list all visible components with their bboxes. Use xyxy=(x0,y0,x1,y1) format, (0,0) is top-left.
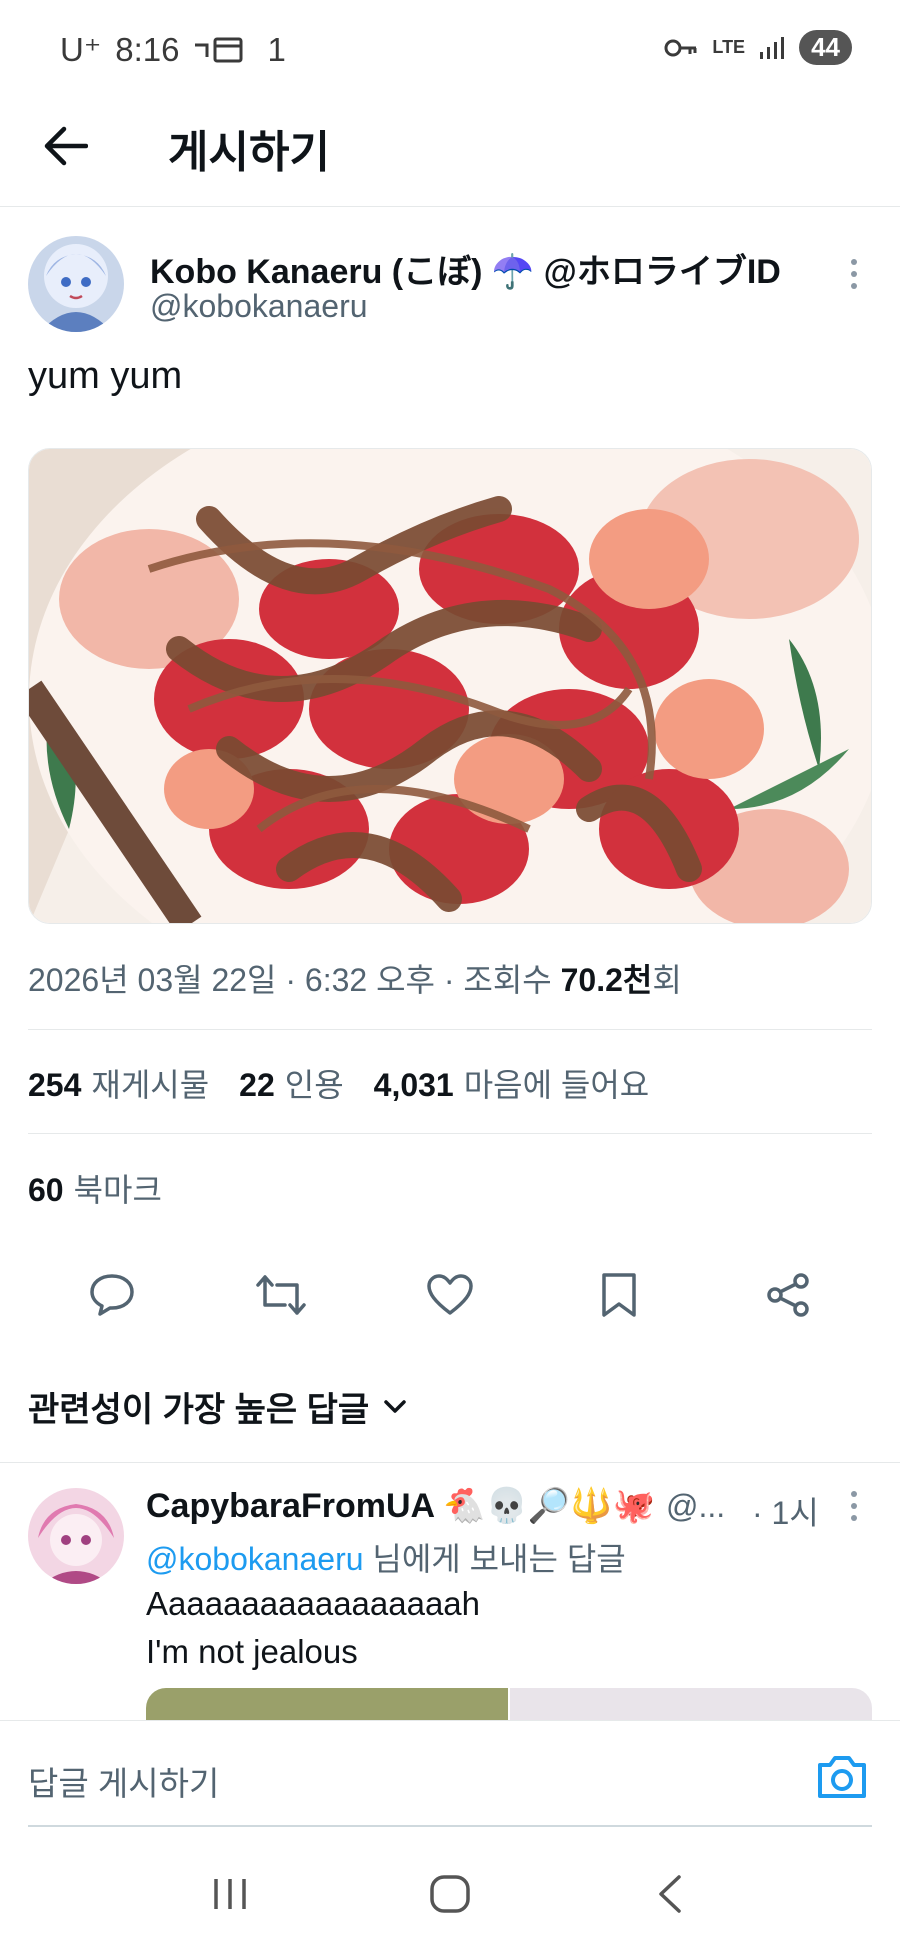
likes-label: 마음에 들어요 xyxy=(463,1067,650,1103)
like-button[interactable] xyxy=(418,1263,482,1327)
bookmarks-stat[interactable]: 60 북마크 xyxy=(28,1165,162,1211)
reply-author-name[interactable]: CapybaraFromUA 🐔💀🔎🔱🐙 xyxy=(146,1486,655,1526)
likes-count: 4,031 xyxy=(373,1067,454,1103)
bookmark-button[interactable] xyxy=(587,1263,651,1327)
bookmark-icon xyxy=(602,1273,636,1317)
author-name[interactable]: Kobo Kanaeru (こぼ) ☂️ @ホロライブID xyxy=(150,244,781,293)
reply-sort-dropdown[interactable]: 관련성이 가장 높은 답글 xyxy=(28,1382,407,1431)
network-label: LTE xyxy=(712,37,746,57)
system-back-button[interactable] xyxy=(640,1864,700,1924)
retweets-stat[interactable]: 254 재게시물 xyxy=(28,1060,209,1106)
reply-line: Aaaaaaaaaaaaaaaaah xyxy=(146,1585,481,1622)
author-avatar[interactable] xyxy=(28,236,124,332)
retweet-button[interactable] xyxy=(249,1263,313,1327)
action-bar xyxy=(28,1260,872,1330)
quotes-label: 인용 xyxy=(284,1067,344,1103)
status-bar-left: U⁺ 8:16 1 xyxy=(60,30,286,69)
reply-more-button[interactable] xyxy=(834,1486,874,1526)
tweet-timestamp: 2026년 03월 22일 · 6:32 오후 · 조회수 70.2천회 xyxy=(28,955,682,1001)
notification-count: 1 xyxy=(267,30,286,68)
reply-time: · 1시 xyxy=(752,1495,819,1531)
divider xyxy=(0,1462,900,1463)
more-dot xyxy=(851,271,857,277)
replying-to: @kobokanaeru 님에게 보내는 답글 xyxy=(146,1534,626,1580)
more-options-button[interactable] xyxy=(834,254,874,294)
arrow-left-icon xyxy=(44,126,88,166)
retweets-count: 254 xyxy=(28,1067,82,1103)
sort-label: 관련성이 가장 높은 답글 xyxy=(28,1391,370,1429)
camera-icon xyxy=(818,1756,866,1798)
chevron-down-icon xyxy=(384,1399,406,1413)
home-icon xyxy=(430,1875,470,1913)
engagement-stats: 254 재게시물 22 인용 4,031 마음에 들어요 xyxy=(28,1060,649,1106)
notification-icon xyxy=(195,37,243,62)
quotes-count: 22 xyxy=(239,1067,275,1103)
bookmarks-count: 60 xyxy=(28,1172,64,1208)
more-dot xyxy=(851,1503,857,1509)
replying-suffix: 님에게 보내는 답글 xyxy=(363,1541,626,1577)
battery-indicator: 44 xyxy=(799,30,852,65)
likes-stat[interactable]: 4,031 마음에 들어요 xyxy=(374,1060,650,1106)
reply-text: Aaaaaaaaaaaaaaaaah I'm not jealous xyxy=(146,1580,480,1676)
tweet-date: 2026년 03월 22일 · 6:32 오후 · 조회수 xyxy=(28,962,552,998)
chevron-left-icon xyxy=(659,1875,681,1913)
home-button[interactable] xyxy=(420,1864,480,1924)
tweet-text: yum yum xyxy=(28,355,183,397)
reply-line: I'm not jealous xyxy=(146,1633,358,1670)
share-icon xyxy=(766,1273,809,1317)
tweet-image[interactable] xyxy=(28,448,872,924)
retweet-icon xyxy=(256,1275,306,1315)
more-dot xyxy=(851,1515,857,1521)
more-dot xyxy=(851,283,857,289)
back-button[interactable] xyxy=(34,114,98,178)
divider xyxy=(28,1133,872,1134)
more-dot xyxy=(851,259,857,265)
system-nav-bar xyxy=(0,1838,900,1950)
bookmarks-label: 북마크 xyxy=(73,1172,162,1208)
reply-compose-bar: 답글 게시하기 xyxy=(0,1720,900,1838)
quotes-stat[interactable]: 22 인용 xyxy=(239,1060,343,1106)
share-button[interactable] xyxy=(756,1263,820,1327)
key-icon xyxy=(664,39,697,56)
more-dot xyxy=(851,1491,857,1497)
top-bar: 게시하기 xyxy=(0,92,900,207)
reply-button[interactable] xyxy=(80,1263,144,1327)
recent-apps-button[interactable] xyxy=(200,1864,260,1924)
retweets-label: 재게시물 xyxy=(91,1067,210,1103)
heart-icon xyxy=(427,1274,473,1315)
page-title: 게시하기 xyxy=(168,128,330,177)
camera-button[interactable] xyxy=(814,1749,870,1805)
status-bar-right: LTE 44 xyxy=(664,30,852,65)
reply-icon xyxy=(90,1274,135,1316)
compose-underline xyxy=(28,1825,872,1827)
reply-input[interactable]: 답글 게시하기 xyxy=(28,1757,219,1805)
recent-apps-icon xyxy=(214,1879,246,1909)
view-count: 70.2천 xyxy=(560,962,653,998)
signal-icon xyxy=(760,36,785,59)
reply-author-handle[interactable]: @... xyxy=(666,1488,725,1525)
reply-avatar[interactable] xyxy=(28,1488,124,1584)
author-handle[interactable]: @kobokanaeru xyxy=(150,288,368,325)
replying-mention[interactable]: @kobokanaeru xyxy=(146,1541,364,1577)
view-count-suffix: 회 xyxy=(652,962,682,998)
divider xyxy=(28,1029,872,1030)
clock: 8:16 xyxy=(115,30,180,68)
carrier-label: U⁺ xyxy=(60,31,102,68)
